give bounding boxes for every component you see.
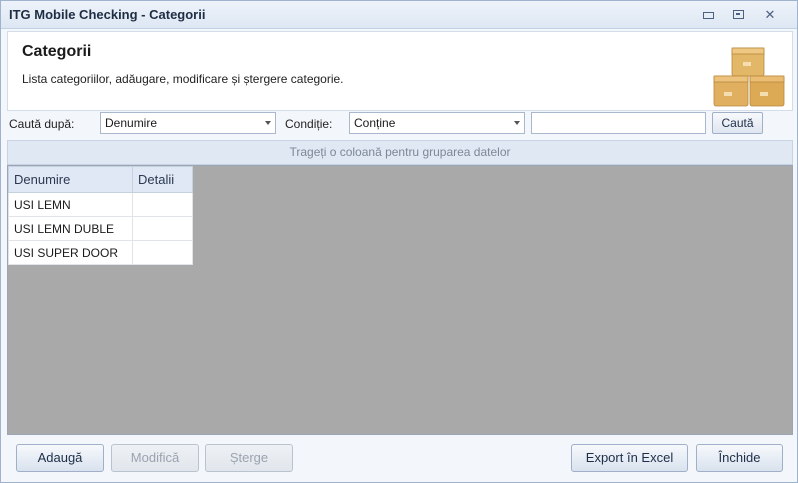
table-header-row: Denumire Detalii bbox=[8, 166, 193, 193]
table-row[interactable]: USI SUPER DOOR bbox=[8, 240, 193, 265]
search-by-value: Denumire bbox=[105, 116, 158, 130]
close-icon: ✕ bbox=[764, 7, 776, 22]
column-header-detalii[interactable]: Detalii bbox=[132, 166, 193, 193]
search-by-select[interactable]: Denumire bbox=[100, 112, 276, 134]
minimize-icon bbox=[702, 12, 714, 19]
search-by-label: Caută după: bbox=[9, 117, 75, 131]
search-bar: Caută după: Denumire Condiție: Conține C… bbox=[1, 111, 797, 137]
search-input[interactable] bbox=[531, 112, 706, 134]
condition-value: Conține bbox=[354, 116, 396, 130]
column-header-denumire[interactable]: Denumire bbox=[8, 166, 133, 193]
close-button[interactable]: Închide bbox=[696, 444, 783, 472]
cell-detalii[interactable] bbox=[132, 216, 193, 241]
cell-denumire[interactable]: USI LEMN bbox=[8, 192, 133, 217]
page-description: Lista categoriilor, adăugare, modificare… bbox=[22, 72, 344, 86]
page-header: Categorii Lista categoriilor, adăugare, … bbox=[7, 31, 793, 111]
delete-button[interactable]: Șterge bbox=[205, 444, 293, 472]
table-row[interactable]: USI LEMN DUBLE bbox=[8, 216, 193, 241]
condition-select[interactable]: Conține bbox=[349, 112, 525, 134]
categories-table: Denumire Detalii USI LEMN USI LEMN DUBLE… bbox=[8, 166, 193, 265]
export-excel-button[interactable]: Export în Excel bbox=[571, 444, 688, 472]
modify-button[interactable]: Modifică bbox=[111, 444, 199, 472]
cell-detalii[interactable] bbox=[132, 240, 193, 265]
window-title: ITG Mobile Checking - Categorii bbox=[9, 7, 206, 22]
boxes-icon bbox=[713, 47, 785, 107]
maximize-button[interactable] bbox=[727, 6, 749, 24]
search-button[interactable]: Caută bbox=[712, 112, 763, 134]
chevron-down-icon bbox=[265, 121, 271, 125]
title-bar[interactable]: ITG Mobile Checking - Categorii ✕ bbox=[1, 1, 797, 29]
maximize-icon bbox=[732, 10, 744, 19]
minimize-button[interactable] bbox=[697, 6, 719, 24]
cell-detalii[interactable] bbox=[132, 192, 193, 217]
main-window: ITG Mobile Checking - Categorii ✕ Catego… bbox=[0, 0, 798, 483]
page-title: Categorii bbox=[22, 43, 92, 60]
group-by-panel[interactable]: Trageți o coloană pentru gruparea datelo… bbox=[7, 140, 793, 165]
cell-denumire[interactable]: USI LEMN DUBLE bbox=[8, 216, 133, 241]
table-row[interactable]: USI LEMN bbox=[8, 192, 193, 217]
data-grid[interactable]: Denumire Detalii USI LEMN USI LEMN DUBLE… bbox=[7, 165, 793, 435]
cell-denumire[interactable]: USI SUPER DOOR bbox=[8, 240, 133, 265]
close-window-button[interactable]: ✕ bbox=[759, 6, 781, 24]
chevron-down-icon bbox=[514, 121, 520, 125]
add-button[interactable]: Adaugă bbox=[16, 444, 104, 472]
condition-label: Condiție: bbox=[285, 117, 333, 131]
footer-bar: Adaugă Modifică Șterge Export în Excel Î… bbox=[1, 437, 797, 483]
